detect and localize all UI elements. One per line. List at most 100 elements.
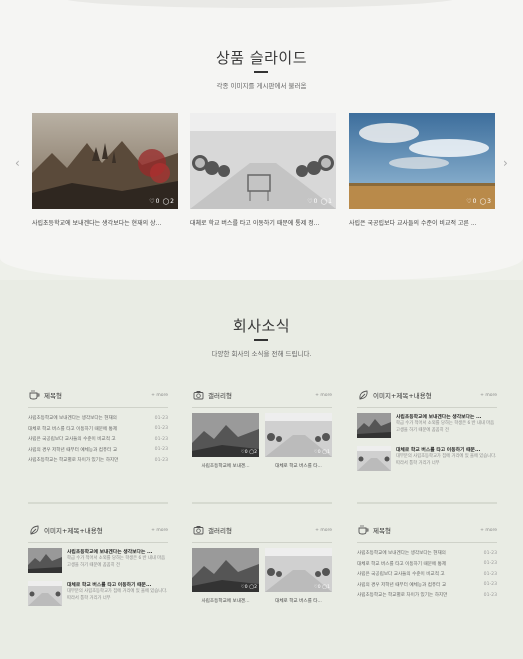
- thumb-image[interactable]: [28, 548, 62, 573]
- gallery-item[interactable]: ♡0 ◯1 대체로 학교 버스를 타...: [265, 413, 332, 469]
- list-item-date: 01-23: [154, 447, 168, 453]
- more-link[interactable]: + more: [480, 528, 497, 533]
- coffee-icon: [357, 524, 369, 536]
- list-item-date: 01-23: [483, 550, 497, 556]
- item-title[interactable]: 대체로 학교 버스를 타고 이동하기 때문...: [67, 581, 168, 588]
- chevron-right-icon[interactable]: ›: [503, 156, 508, 170]
- slide-item[interactable]: ♡ 0 ◯ 2 사립초등학교에 보내겐다는 생각보다는 현재의 상...: [32, 113, 178, 227]
- chevron-left-icon[interactable]: ‹: [15, 156, 20, 170]
- list-item-title[interactable]: 사립초등학교는 학교별로 차이가 있기는 하지만: [357, 592, 447, 598]
- comment-icon: ◯ 2: [162, 198, 174, 205]
- gallery-image-laundromat[interactable]: ♡0 ◯1: [265, 548, 332, 592]
- top-decor: [60, 0, 460, 8]
- news-section: 회사소식 다양한 회사의 소식을 전해 드립니다. 제목형 + more 사립초…: [0, 280, 523, 659]
- slide-item[interactable]: ♡ 0 ◯ 3 사립은 국공립보다 교사들의 수준이 비교적 고른 ...: [349, 113, 495, 227]
- gallery-image-laundromat[interactable]: ♡0 ◯1: [265, 413, 332, 457]
- more-link[interactable]: + more: [151, 528, 168, 533]
- list-item-title[interactable]: 대체로 학교 버스를 타고 이동하기 때문에 통제: [28, 426, 117, 432]
- list-item-title[interactable]: 대체로 학교 버스를 타고 이동하기 때문에 통제: [357, 561, 446, 567]
- text-item[interactable]: 사립초등학교에 보내겐다는 생각보다는 ... 학급 수가 적어서 소외를 당하는…: [357, 413, 497, 441]
- list-item-title[interactable]: 사립초등학교는 학교별로 차이가 있기는 하지만: [28, 457, 118, 463]
- gallery-caption[interactable]: 대체로 학교 버스를 타...: [265, 598, 332, 604]
- thumb-image[interactable]: [357, 413, 391, 438]
- list-item-date: 01-23: [154, 457, 168, 463]
- list-item[interactable]: 사립은 국공립보다 교사들의 수준이 비교적 고 01-23: [28, 434, 168, 445]
- panel-title-list: 제목형 + more 사립초등학교에 보내겐다는 생각보다는 현재의 01-23 대…: [28, 388, 168, 466]
- panel-title: 제목형: [44, 392, 62, 400]
- gallery-item[interactable]: ♡0 ◯2 사립초등학교에 보내겐...: [192, 548, 259, 604]
- text-item[interactable]: 대체로 학교 버스를 타고 이동하기 때문... 대부분의 사립초등학교가 집에 …: [28, 581, 168, 609]
- heart-icon: ♡ 0: [466, 198, 477, 205]
- panel-title: 갤러리형: [208, 392, 232, 400]
- gallery-caption[interactable]: 대체로 학교 버스를 타...: [265, 463, 332, 469]
- slide-image-fantasy[interactable]: ♡ 0 ◯ 2: [32, 113, 178, 209]
- list-item-date: 01-23: [483, 582, 497, 588]
- list-item[interactable]: 사립의 경우 저학년 때부터 예체능과 컴퓨터 교 01-23: [357, 580, 497, 591]
- slide-caption[interactable]: 사립초등학교에 보내겐다는 생각보다는 현재의 상...: [32, 218, 178, 227]
- list-item-date: 01-23: [154, 426, 168, 432]
- gallery-counts: ♡0 ◯2: [240, 450, 257, 455]
- comment-icon: ◯ 1: [320, 198, 332, 205]
- panel-gallery: 갤러리형 + more ♡0 ◯2 사립초등학교에 보내겐... ♡0 ◯1 대…: [192, 523, 332, 604]
- list-item[interactable]: 사립초등학교에 보내겐다는 생각보다는 현재의 01-23: [28, 413, 168, 424]
- slide-caption[interactable]: 사립은 국공립보다 교사들의 수준이 비교적 고른 ...: [349, 218, 495, 227]
- panel-title-list: 제목형 + more 사립초등학교에 보내겐다는 생각보다는 현재의 01-23 대…: [357, 523, 497, 601]
- slide-counts: ♡ 0 ◯ 1: [307, 198, 332, 205]
- panel-title: 이미지+제목+내용형: [373, 392, 432, 400]
- list-item[interactable]: 사립초등학교는 학교별로 차이가 있기는 하지만 01-23: [28, 455, 168, 466]
- gallery-item[interactable]: ♡0 ◯2 사립초등학교에 보내겐...: [192, 413, 259, 469]
- more-link[interactable]: + more: [480, 393, 497, 398]
- item-title[interactable]: 사립초등학교에 보내겐다는 생각보다는 ...: [396, 413, 497, 420]
- item-title[interactable]: 대체로 학교 버스를 타고 이동하기 때문...: [396, 446, 497, 453]
- list-item[interactable]: 사립초등학교에 보내겐다는 생각보다는 현재의 01-23: [357, 548, 497, 559]
- slider-section: 상품 슬라이드 각종 이미지를 게시판에서 불러옴 ‹ › ♡ 0 ◯ 2 사립…: [0, 0, 523, 280]
- list-item[interactable]: 사립은 국공립보다 교사들의 수준이 비교적 고 01-23: [357, 569, 497, 580]
- more-link[interactable]: + more: [315, 393, 332, 398]
- slide-item[interactable]: ♡ 0 ◯ 1 대체로 학교 버스를 타고 이동하기 때문에 통제 정...: [190, 113, 336, 227]
- list-item[interactable]: 사립의 경우 저학년 때부터 예체능과 컴퓨터 교 01-23: [28, 445, 168, 456]
- slide-image-laundromat[interactable]: ♡ 0 ◯ 1: [190, 113, 336, 209]
- list-item-title[interactable]: 사립의 경우 저학년 때부터 예체능과 컴퓨터 교: [28, 447, 117, 453]
- list-item[interactable]: 대체로 학교 버스를 타고 이동하기 때문에 통제 01-23: [28, 424, 168, 435]
- gallery-image-fantasy[interactable]: ♡0 ◯2: [192, 413, 259, 457]
- item-body: 학급 수가 적어서 소외를 당하는 학생은 6 반 내내 마음고생을 하기 때문…: [396, 421, 495, 433]
- list-item[interactable]: 사립초등학교는 학교별로 차이가 있기는 하지만 01-23: [357, 590, 497, 601]
- slide-caption[interactable]: 대체로 학교 버스를 타고 이동하기 때문에 통제 정...: [190, 218, 336, 227]
- divider: [357, 502, 497, 504]
- panel-title: 제목형: [373, 527, 391, 535]
- panel-gallery: 갤러리형 + more ♡0 ◯2 사립초등학교에 보내겐... ♡0 ◯1 대…: [192, 388, 332, 469]
- page: 상품 슬라이드 각종 이미지를 게시판에서 불러옴 ‹ › ♡ 0 ◯ 2 사립…: [0, 0, 523, 659]
- item-title[interactable]: 사립초등학교에 보내겐다는 생각보다는 ...: [67, 548, 168, 555]
- text-item[interactable]: 대체로 학교 버스를 타고 이동하기 때문... 대부분의 사립초등학교가 집에 …: [357, 446, 497, 474]
- list-item-date: 01-23: [154, 415, 168, 421]
- thumb-image[interactable]: [28, 581, 62, 606]
- list-item-title[interactable]: 사립의 경우 저학년 때부터 예체능과 컴퓨터 교: [357, 582, 446, 588]
- list-item-title[interactable]: 사립은 국공립보다 교사들의 수준이 비교적 고: [28, 436, 116, 442]
- thumb-image[interactable]: [357, 446, 391, 471]
- gallery-caption[interactable]: 사립초등학교에 보내겐...: [192, 598, 259, 604]
- list-item-date: 01-23: [483, 571, 497, 577]
- heart-icon: ♡ 0: [307, 198, 318, 205]
- slide-image-desert-sky[interactable]: ♡ 0 ◯ 3: [349, 113, 495, 209]
- leaf-icon: [357, 389, 369, 401]
- text-item[interactable]: 사립초등학교에 보내겐다는 생각보다는 ... 학급 수가 적어서 소외를 당하는…: [28, 548, 168, 576]
- gallery-counts: ♡0 ◯1: [313, 585, 330, 590]
- slide-counts: ♡ 0 ◯ 2: [149, 198, 174, 205]
- gallery-caption[interactable]: 사립초등학교에 보내겐...: [192, 463, 259, 469]
- list-item-date: 01-23: [483, 561, 497, 567]
- panel-image-text: 이미지+제목+내용형 + more 사립초등학교에 보내겐다는 생각보다는 ..…: [357, 388, 497, 479]
- list-item-date: 01-23: [483, 592, 497, 598]
- gallery-image-fantasy[interactable]: ♡0 ◯2: [192, 548, 259, 592]
- slide-counts: ♡ 0 ◯ 3: [466, 198, 491, 205]
- panel-image-text: 이미지+제목+내용형 + more 사립초등학교에 보내겐다는 생각보다는 ..…: [28, 523, 168, 614]
- more-link[interactable]: + more: [315, 528, 332, 533]
- more-link[interactable]: + more: [151, 393, 168, 398]
- divider: [192, 502, 332, 504]
- gallery-item[interactable]: ♡0 ◯1 대체로 학교 버스를 타...: [265, 548, 332, 604]
- list-item-title[interactable]: 사립은 국공립보다 교사들의 수준이 비교적 고: [357, 571, 445, 577]
- list-item-title[interactable]: 사립초등학교에 보내겐다는 생각보다는 현재의: [28, 415, 117, 421]
- list-item[interactable]: 대체로 학교 버스를 타고 이동하기 때문에 통제 01-23: [357, 559, 497, 570]
- item-body: 대부분의 사립초등학교가 집에 거리에 있 을에 있습니다. 따라서 통학 거리…: [396, 454, 497, 466]
- list-item-title[interactable]: 사립초등학교에 보내겐다는 생각보다는 현재의: [357, 550, 446, 556]
- news-title: 회사소식: [232, 317, 291, 335]
